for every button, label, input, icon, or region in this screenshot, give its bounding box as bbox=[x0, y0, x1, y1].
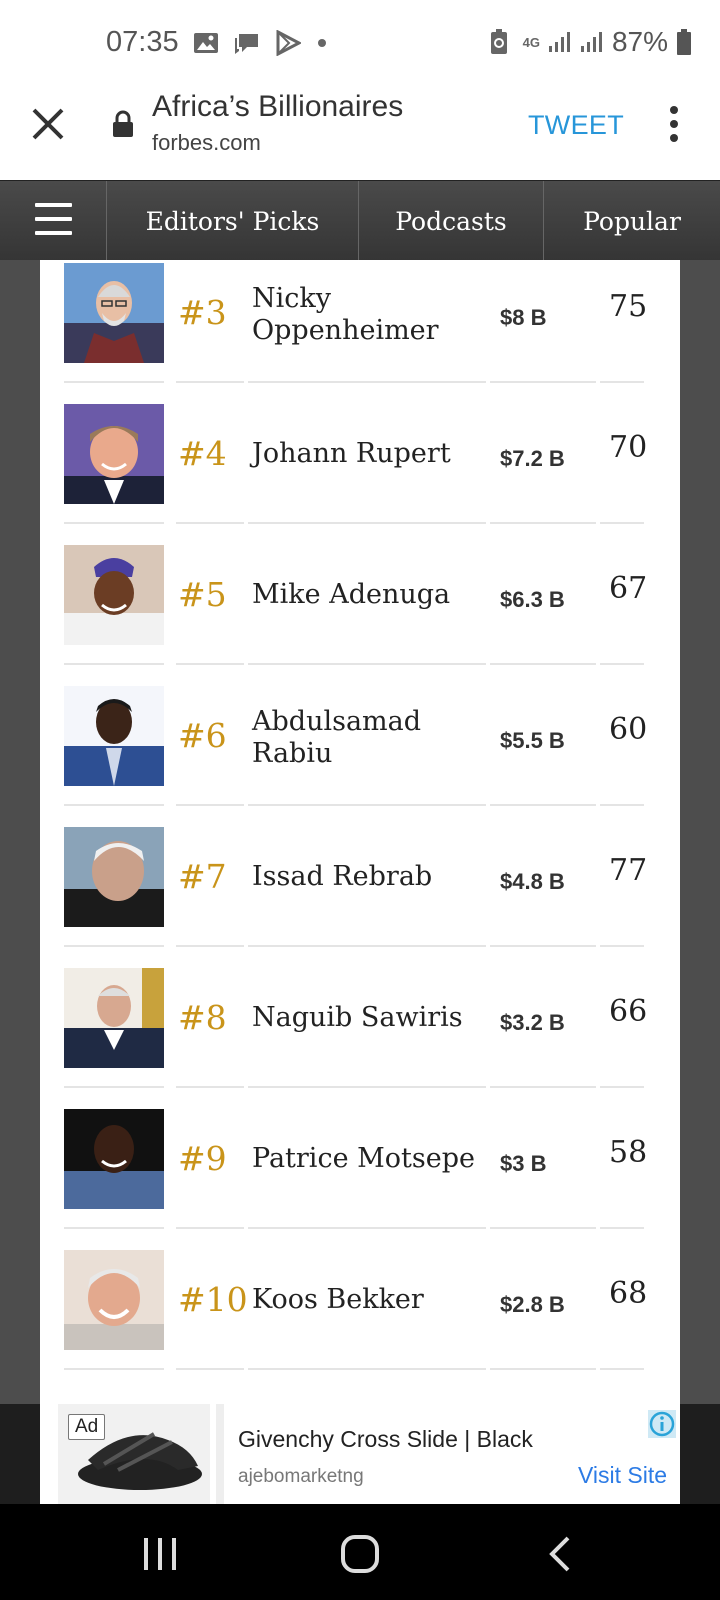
person-name[interactable]: Johann Rupert bbox=[252, 438, 492, 470]
person-name[interactable]: Nicky Oppenheimer bbox=[252, 283, 492, 347]
net-worth: $2.8 B bbox=[500, 1292, 565, 1317]
status-bar: 07:35 4G 87% bbox=[0, 0, 720, 88]
person-name[interactable]: Koos Bekker bbox=[252, 1284, 492, 1316]
status-time: 07:35 bbox=[106, 26, 179, 58]
net-worth: $5.5 B bbox=[500, 728, 565, 753]
age: 60 bbox=[609, 712, 648, 747]
custom-tab-header: Africa’s Billionaires forbes.com TWEET bbox=[0, 88, 720, 180]
rank: #3 bbox=[178, 293, 227, 332]
net-worth: $3 B bbox=[500, 1151, 547, 1176]
tweet-button[interactable]: TWEET bbox=[528, 110, 624, 141]
person-photo bbox=[64, 686, 164, 786]
rank: #6 bbox=[178, 716, 227, 755]
table-row[interactable]: #10 Koos Bekker $2.8 B 68 bbox=[64, 1242, 654, 1385]
age: 68 bbox=[609, 1276, 648, 1311]
signal-icon bbox=[580, 32, 602, 52]
age: 75 bbox=[609, 289, 648, 324]
home-icon[interactable] bbox=[330, 1532, 390, 1576]
net-worth: $3.2 B bbox=[500, 1010, 565, 1035]
net-worth: $4.8 B bbox=[500, 869, 565, 894]
table-row[interactable]: #7 Issad Rebrab $4.8 B 77 bbox=[64, 819, 654, 962]
ad-product-image[interactable]: Ad bbox=[58, 1404, 210, 1504]
signal-icon bbox=[548, 32, 570, 52]
network-4g-icon: 4G bbox=[522, 34, 540, 50]
ad-title[interactable]: Givenchy Cross Slide | Black bbox=[238, 1426, 533, 1453]
messages-icon bbox=[235, 34, 258, 54]
person-name[interactable]: Mike Adenuga bbox=[252, 579, 492, 611]
battery-saver-icon bbox=[490, 29, 507, 54]
dot-icon bbox=[318, 39, 326, 47]
back-icon[interactable] bbox=[532, 1532, 592, 1576]
age: 58 bbox=[609, 1135, 648, 1170]
person-photo bbox=[64, 968, 164, 1068]
age: 67 bbox=[609, 571, 648, 606]
nav-item-editors-picks[interactable]: Editors' Picks bbox=[107, 181, 359, 261]
person-photo bbox=[64, 404, 164, 504]
person-name[interactable]: Naguib Sawiris bbox=[252, 1002, 492, 1034]
nav-item-podcasts[interactable]: Podcasts bbox=[359, 181, 544, 261]
person-photo bbox=[64, 827, 164, 927]
rank: #8 bbox=[178, 998, 227, 1037]
notification-icons bbox=[193, 30, 329, 56]
table-row[interactable]: #4 Johann Rupert $7.2 B 70 bbox=[64, 396, 654, 539]
play-store-icon bbox=[276, 30, 301, 56]
ad-divider bbox=[216, 1404, 224, 1504]
visit-site-button[interactable]: Visit Site bbox=[578, 1462, 667, 1489]
age: 66 bbox=[609, 994, 648, 1029]
page-url: forbes.com bbox=[152, 130, 261, 155]
age: 70 bbox=[609, 430, 648, 465]
net-worth: $7.2 B bbox=[500, 446, 565, 471]
ad-tag: Ad bbox=[68, 1414, 106, 1440]
battery-icon bbox=[677, 29, 691, 55]
rank: #9 bbox=[178, 1139, 227, 1178]
rank: #7 bbox=[178, 857, 227, 896]
table-row[interactable]: #8 Naguib Sawiris $3.2 B 66 bbox=[64, 960, 654, 1103]
table-row[interactable]: #3 Nicky Oppenheimer $8 B 75 bbox=[64, 260, 654, 398]
net-worth: $6.3 B bbox=[500, 587, 565, 612]
site-nav: Editors' Picks Podcasts Popular bbox=[0, 180, 720, 261]
net-worth: $8 B bbox=[500, 305, 547, 330]
rank: #10 bbox=[178, 1280, 248, 1319]
rank: #4 bbox=[178, 434, 227, 473]
page-title: Africa’s Billionaires bbox=[152, 90, 404, 123]
recent-apps-icon[interactable] bbox=[130, 1532, 190, 1576]
nav-item-popular[interactable]: Popular bbox=[544, 181, 720, 261]
billionaires-table: #3 Nicky Oppenheimer $8 B 75 #4 Johann R… bbox=[40, 260, 680, 1404]
person-photo bbox=[64, 263, 164, 363]
ad-banner[interactable]: Ad Givenchy Cross Slide | Black ajebomar… bbox=[40, 1404, 680, 1504]
gallery-icon bbox=[194, 33, 218, 53]
close-icon[interactable] bbox=[30, 106, 66, 142]
battery-percent: 87% bbox=[611, 26, 668, 57]
ad-info-icon[interactable] bbox=[648, 1410, 676, 1438]
lock-icon bbox=[113, 110, 133, 137]
ad-advertiser: ajebomarketng bbox=[238, 1466, 364, 1487]
system-navigation-bar bbox=[0, 1504, 720, 1600]
table-row[interactable]: #6 Abdulsamad Rabiu $5.5 B 60 bbox=[64, 678, 654, 821]
system-icons: 4G 87% bbox=[489, 26, 692, 58]
person-photo bbox=[64, 1250, 164, 1350]
person-name[interactable]: Abdulsamad Rabiu bbox=[252, 706, 492, 770]
person-photo bbox=[64, 1109, 164, 1209]
person-photo bbox=[64, 545, 164, 645]
table-row[interactable]: #5 Mike Adenuga $6.3 B 67 bbox=[64, 537, 654, 680]
person-name[interactable]: Issad Rebrab bbox=[252, 861, 492, 893]
hamburger-menu-icon[interactable] bbox=[0, 181, 107, 261]
person-name[interactable]: Patrice Motsepe bbox=[252, 1143, 492, 1175]
more-options-icon[interactable] bbox=[664, 104, 684, 144]
rank: #5 bbox=[178, 575, 227, 614]
age: 77 bbox=[609, 853, 648, 888]
table-row[interactable]: #9 Patrice Motsepe $3 B 58 bbox=[64, 1101, 654, 1244]
